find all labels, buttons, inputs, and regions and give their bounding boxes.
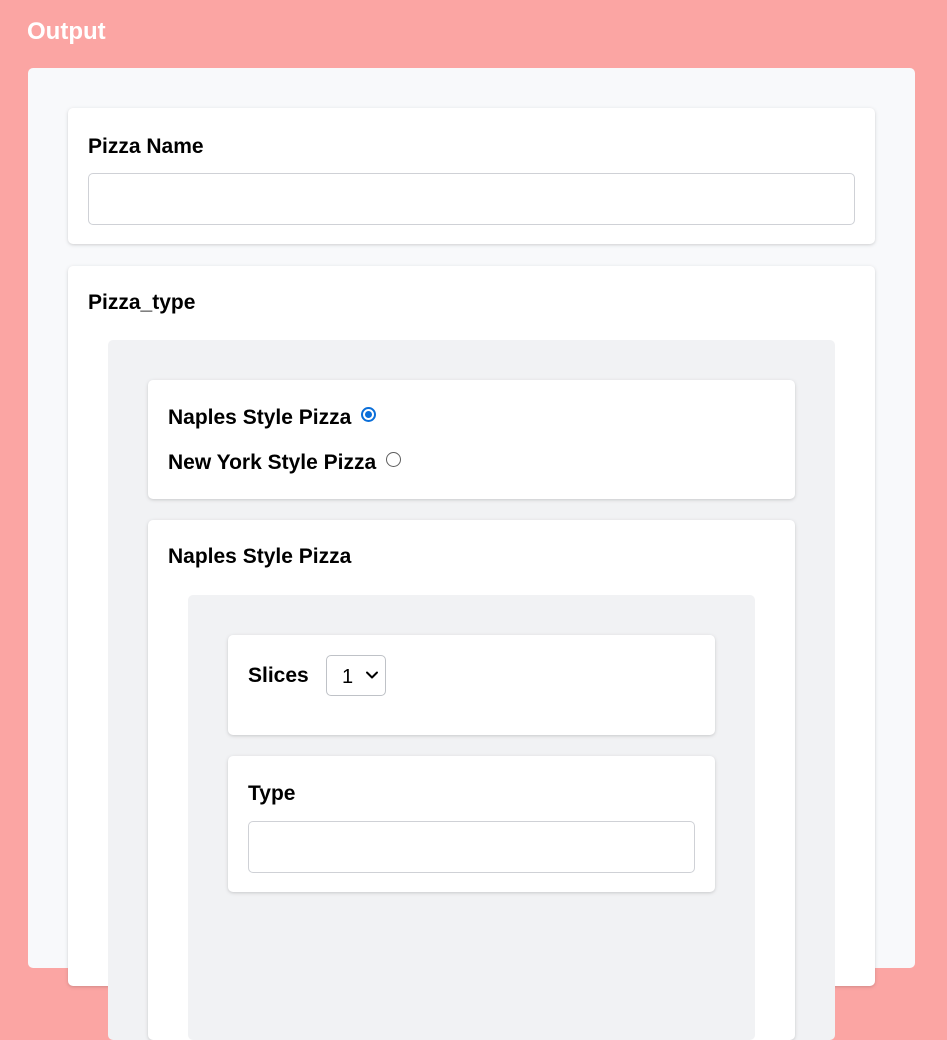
radio-option-new-york[interactable]: New York Style Pizza xyxy=(168,450,402,476)
page-title: Output xyxy=(27,18,106,45)
type-card: Type xyxy=(228,756,715,892)
slices-card: Slices 1 xyxy=(228,635,715,735)
pizza-type-card: Pizza_type Naples Style Pizza New York S… xyxy=(68,266,875,1040)
radio-unchecked-icon[interactable] xyxy=(386,451,402,467)
naples-style-fields-panel: Slices 1 Type xyxy=(188,595,755,1040)
naples-style-title: Naples Style Pizza xyxy=(168,545,352,568)
radio-checked-icon[interactable] xyxy=(361,406,377,422)
pizza-type-label: Pizza_type xyxy=(88,291,196,314)
pizza-name-label: Pizza Name xyxy=(88,135,204,158)
naples-style-card: Naples Style Pizza Slices 1 Type xyxy=(148,520,795,1040)
slices-select-value: 1 xyxy=(342,666,354,688)
pizza-name-card: Pizza Name xyxy=(68,108,875,244)
radio-option-new-york-label: New York Style Pizza xyxy=(168,451,377,474)
type-label: Type xyxy=(248,782,296,805)
form-panel: Pizza Name Pizza_type Naples Style Pizza… xyxy=(28,68,915,1040)
chevron-down-icon xyxy=(366,671,378,679)
radio-option-naples-label: Naples Style Pizza xyxy=(168,406,352,429)
pizza-style-radio-card: Naples Style Pizza New York Style Pizza xyxy=(148,380,795,499)
slices-select[interactable]: 1 xyxy=(326,655,386,696)
radio-option-naples[interactable]: Naples Style Pizza xyxy=(168,405,377,431)
type-input[interactable] xyxy=(248,821,695,873)
pizza-name-input[interactable] xyxy=(88,173,855,225)
pizza-type-options-panel: Naples Style Pizza New York Style Pizza … xyxy=(108,340,835,1040)
slices-label: Slices xyxy=(248,664,309,687)
